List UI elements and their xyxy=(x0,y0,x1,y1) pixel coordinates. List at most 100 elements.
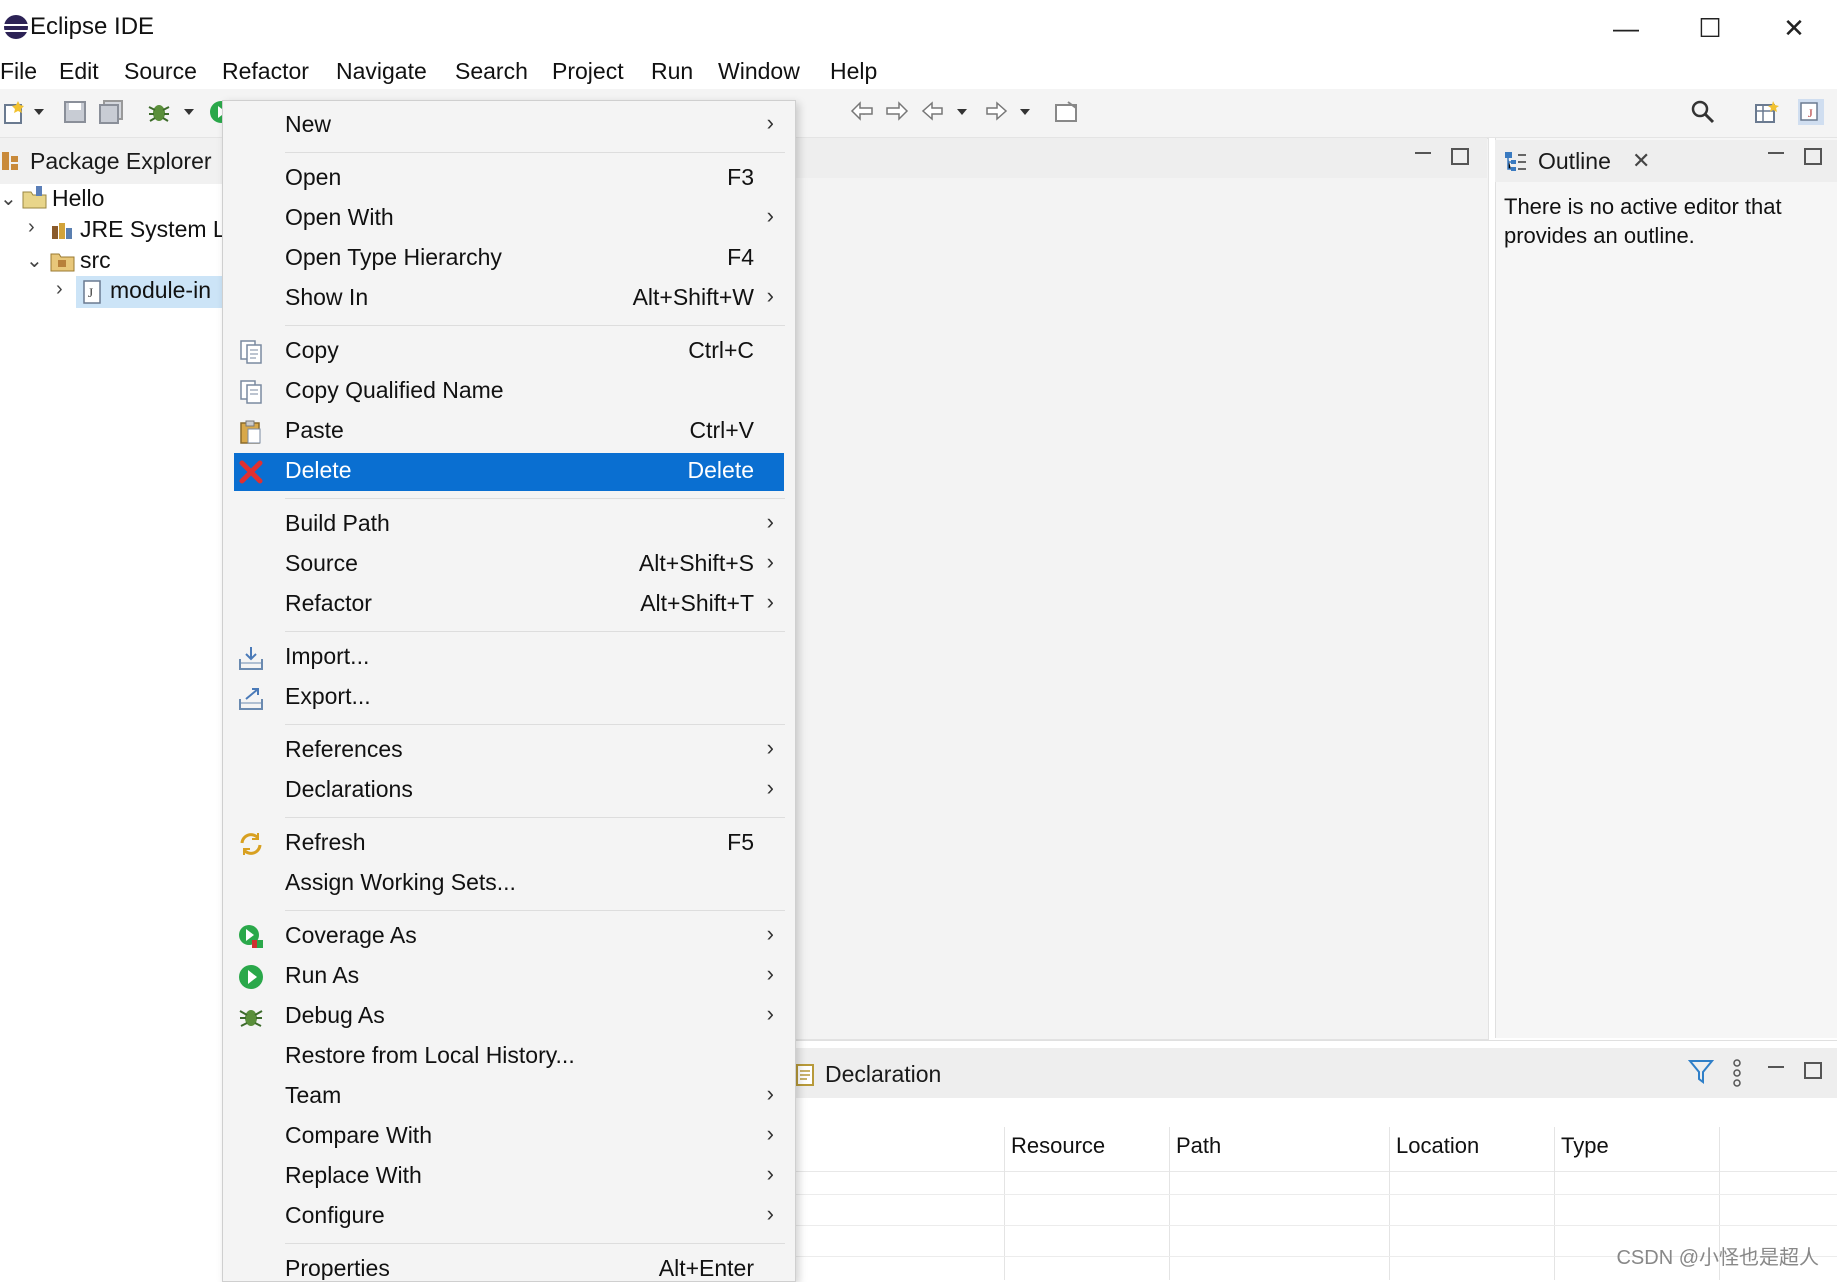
menu-item-label: Build Path xyxy=(285,510,390,536)
view-menu-icon[interactable] xyxy=(1730,1058,1744,1088)
maximize-view-icon[interactable] xyxy=(1451,148,1469,165)
menu-item-label: Refresh xyxy=(285,829,366,855)
minimize-view-icon[interactable] xyxy=(1415,152,1431,154)
menu-item-replace-with[interactable]: Replace With › xyxy=(234,1158,784,1196)
window-title: Eclipse IDE xyxy=(30,13,155,40)
menu-edit[interactable]: Edit xyxy=(59,58,99,85)
menu-run[interactable]: Run xyxy=(651,58,693,85)
chevron-right-icon[interactable]: › xyxy=(28,216,35,239)
menu-item-copy-qualified-name[interactable]: Copy Qualified Name xyxy=(234,373,784,411)
menu-item-coverage-as[interactable]: Coverage As › xyxy=(234,918,784,956)
menu-item-assign-working-sets[interactable]: Assign Working Sets... xyxy=(234,865,784,903)
column-divider xyxy=(1554,1127,1555,1280)
menu-item-new[interactable]: New › xyxy=(234,107,784,145)
menu-item-delete[interactable]: Delete Delete xyxy=(234,453,784,491)
tree-item-module-info[interactable]: module-in xyxy=(110,277,211,304)
dropdown-arrow-icon[interactable] xyxy=(182,99,196,125)
menu-item-declarations[interactable]: Declarations › xyxy=(234,772,784,810)
source-folder-icon xyxy=(50,253,75,272)
dropdown-arrow-icon[interactable] xyxy=(955,99,969,125)
menu-item-copy[interactable]: Copy Ctrl+C xyxy=(234,333,784,371)
outline-icon xyxy=(1505,152,1526,171)
menu-item-label: Copy xyxy=(285,337,339,363)
package-explorer-panel xyxy=(0,138,223,1280)
dropdown-arrow-icon[interactable] xyxy=(32,99,46,125)
menu-item-open-with[interactable]: Open With › xyxy=(234,200,784,238)
chevron-right-icon: › xyxy=(766,110,774,135)
menu-item-properties[interactable]: Properties Alt+Enter xyxy=(234,1251,784,1280)
menu-item-label: Declarations xyxy=(285,776,413,802)
menu-separator xyxy=(285,724,785,725)
menu-navigate[interactable]: Navigate xyxy=(336,58,427,85)
chevron-down-icon[interactable]: ⌄ xyxy=(0,186,17,211)
column-header-resource[interactable]: Resource xyxy=(1011,1133,1105,1159)
menu-search[interactable]: Search xyxy=(455,58,528,85)
back-icon[interactable] xyxy=(850,99,876,125)
menu-item-shortcut: F4 xyxy=(727,244,754,270)
tree-item-src[interactable]: src xyxy=(80,247,111,274)
close-outline-icon[interactable]: ✕ xyxy=(1632,148,1650,174)
save-icon[interactable] xyxy=(62,99,88,125)
column-header-location[interactable]: Location xyxy=(1396,1133,1479,1159)
menu-item-export[interactable]: Export... xyxy=(234,679,784,717)
menu-project[interactable]: Project xyxy=(552,58,624,85)
declaration-tab[interactable] xyxy=(790,1048,1837,1098)
pin-editor-icon[interactable] xyxy=(1054,99,1080,125)
menu-source[interactable]: Source xyxy=(124,58,197,85)
minimize-declaration-icon[interactable] xyxy=(1768,1066,1784,1068)
forward-arrow-icon[interactable] xyxy=(983,99,1009,125)
menu-item-paste[interactable]: Paste Ctrl+V xyxy=(234,413,784,451)
menu-item-import[interactable]: Import... xyxy=(234,639,784,677)
declaration-icon xyxy=(796,1064,814,1086)
filter-icon[interactable] xyxy=(1688,1058,1714,1086)
maximize-declaration-icon[interactable] xyxy=(1804,1062,1822,1079)
outline-panel xyxy=(1495,138,1837,1038)
menu-item-source[interactable]: Source Alt+Shift+S › xyxy=(234,546,784,584)
menu-item-open[interactable]: Open F3 xyxy=(234,160,784,198)
menu-item-build-path[interactable]: Build Path › xyxy=(234,506,784,544)
menu-item-compare-with[interactable]: Compare With › xyxy=(234,1118,784,1156)
svg-text:J: J xyxy=(88,285,93,300)
chevron-down-icon[interactable]: ⌄ xyxy=(26,248,43,273)
column-header-type[interactable]: Type xyxy=(1561,1133,1609,1159)
editor-tab-bar xyxy=(790,138,1487,178)
menu-item-restore-from-local-history[interactable]: Restore from Local History... xyxy=(234,1038,784,1076)
minimize-outline-icon[interactable] xyxy=(1768,152,1784,154)
maximize-outline-icon[interactable] xyxy=(1804,148,1822,165)
package-explorer-title: Package Explorer xyxy=(30,148,212,174)
close-button[interactable]: ✕ xyxy=(1770,10,1818,46)
debug-icon[interactable] xyxy=(146,99,172,125)
menu-item-team[interactable]: Team › xyxy=(234,1078,784,1116)
package-explorer-icon xyxy=(2,152,18,170)
menu-item-references[interactable]: References › xyxy=(234,732,784,770)
tree-item-jre-system-library[interactable]: JRE System Li xyxy=(80,216,231,243)
menu-item-run-as[interactable]: Run As › xyxy=(234,958,784,996)
maximize-button[interactable]: ☐ xyxy=(1686,10,1734,46)
column-header-path[interactable]: Path xyxy=(1176,1133,1221,1159)
save-all-icon[interactable] xyxy=(98,99,124,125)
refresh-icon xyxy=(240,833,262,855)
search-icon[interactable] xyxy=(1690,99,1716,125)
minimize-button[interactable]: — xyxy=(1602,10,1650,46)
back-arrow-icon[interactable] xyxy=(920,99,946,125)
dropdown-arrow-icon[interactable] xyxy=(1018,99,1032,125)
menu-help[interactable]: Help xyxy=(830,58,877,85)
menu-item-configure[interactable]: Configure › xyxy=(234,1198,784,1236)
menu-item-label: Open xyxy=(285,164,342,190)
forward-edit-icon[interactable] xyxy=(883,99,909,125)
menu-item-show-in[interactable]: Show In Alt+Shift+W › xyxy=(234,280,784,318)
menu-refactor[interactable]: Refactor xyxy=(222,58,309,85)
menu-item-open-type-hierarchy[interactable]: Open Type Hierarchy F4 xyxy=(234,240,784,278)
tree-item-hello[interactable]: Hello xyxy=(52,185,104,212)
menu-item-label: Run As xyxy=(285,962,360,988)
menu-item-debug-as[interactable]: Debug As › xyxy=(234,998,784,1036)
java-perspective-icon[interactable]: J xyxy=(1798,99,1824,125)
menu-item-refactor[interactable]: Refactor Alt+Shift+T › xyxy=(234,586,784,624)
new-file-icon[interactable] xyxy=(2,99,28,125)
open-perspective-icon[interactable] xyxy=(1754,99,1780,125)
chevron-right-icon[interactable]: › xyxy=(56,278,63,301)
outline-title: Outline xyxy=(1538,148,1611,174)
menu-window[interactable]: Window xyxy=(718,58,800,85)
menu-item-refresh[interactable]: Refresh F5 xyxy=(234,825,784,863)
menu-file[interactable]: File xyxy=(0,58,37,85)
